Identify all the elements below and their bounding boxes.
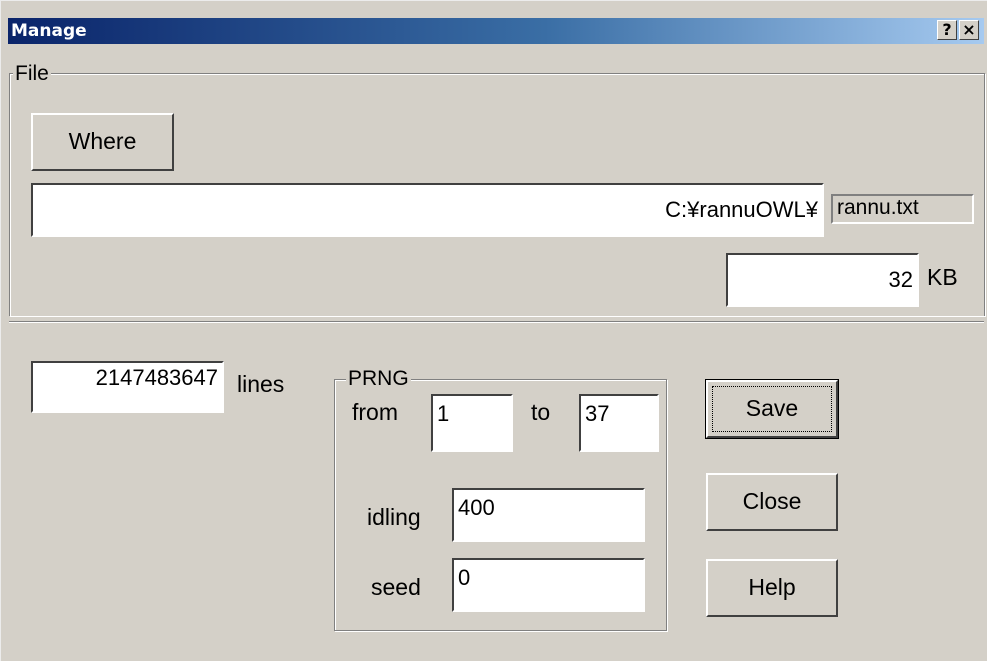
prng-group-label: PRNG	[346, 367, 411, 390]
size-unit: KB	[927, 264, 958, 290]
filename-label: rannu.txt	[831, 194, 974, 224]
help-button[interactable]: Help	[706, 559, 838, 617]
lines-label: lines	[237, 371, 285, 397]
seed-field[interactable]: 0	[452, 558, 645, 612]
lines-field[interactable]: 2147483647	[31, 361, 224, 413]
where-button[interactable]: Where	[31, 113, 174, 171]
section-divider	[9, 321, 984, 323]
help-icon[interactable]: ?	[937, 20, 957, 40]
file-group-label: File	[13, 62, 51, 85]
idling-label: idling	[367, 504, 421, 530]
to-label: to	[531, 399, 551, 425]
seed-label: seed	[371, 574, 421, 600]
window-title: Manage	[11, 21, 87, 41]
close-icon[interactable]: ×	[959, 20, 979, 40]
path-field[interactable]: C:¥rannuOWL¥	[31, 183, 824, 237]
save-button[interactable]: Save	[705, 379, 839, 439]
from-field[interactable]: 1	[431, 394, 513, 452]
manage-dialog: Manage ? × File Where C:¥rannuOWL¥ rannu…	[0, 0, 987, 661]
from-label: from	[352, 399, 398, 425]
close-button[interactable]: Close	[706, 473, 838, 531]
focus-rect	[712, 386, 832, 432]
to-field[interactable]: 37	[579, 394, 659, 452]
size-field[interactable]: 32	[726, 253, 919, 307]
idling-field[interactable]: 400	[452, 488, 645, 542]
title-bar[interactable]: Manage ? ×	[8, 18, 984, 44]
